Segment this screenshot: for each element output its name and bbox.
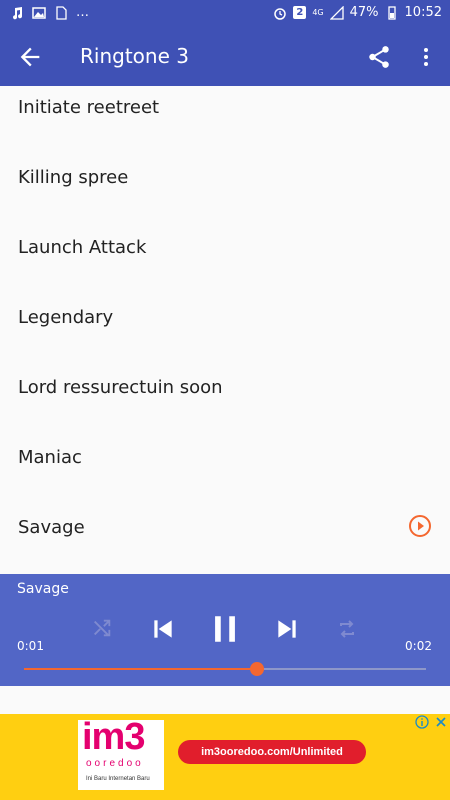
- skip-next-icon[interactable]: [274, 616, 300, 642]
- ad-brand-sub: ooredoo: [86, 758, 144, 769]
- skip-previous-icon[interactable]: [150, 616, 176, 642]
- back-arrow-icon[interactable]: [16, 43, 44, 71]
- alarm-icon: [274, 7, 287, 20]
- status-bar: … 2 4G 47% 10:52: [0, 0, 450, 28]
- list-item[interactable]: Killing spree: [0, 156, 450, 226]
- battery-percent: 47%: [349, 5, 379, 20]
- ad-info-icon[interactable]: [415, 715, 429, 729]
- total-duration: 0:02: [405, 639, 432, 653]
- ad-cta-button[interactable]: im3ooredoo.com/Unlimited: [178, 740, 366, 764]
- share-icon[interactable]: [366, 44, 392, 70]
- shuffle-icon[interactable]: [91, 617, 113, 639]
- music-note-icon: [13, 6, 23, 19]
- list-item-label: Maniac: [18, 447, 82, 468]
- ringtone-list: Initiate reetreet Killing spree Launch A…: [0, 86, 450, 574]
- ad-brand: im3: [82, 716, 145, 758]
- play-circle-icon[interactable]: [408, 514, 432, 538]
- spacer: [0, 686, 450, 714]
- ad-close-icon[interactable]: [434, 715, 448, 729]
- list-item-label: Killing spree: [18, 167, 129, 188]
- app-bar: Ringtone 3: [0, 28, 450, 86]
- seek-thumb[interactable]: [250, 662, 265, 676]
- list-item-label: Launch Attack: [18, 237, 147, 258]
- more-vert-icon[interactable]: [414, 44, 438, 70]
- list-item[interactable]: Maniac: [0, 436, 450, 506]
- more-notifications-icon: …: [76, 5, 89, 20]
- list-item[interactable]: Savage: [0, 506, 450, 576]
- repeat-icon[interactable]: [335, 617, 359, 641]
- battery-icon: [387, 5, 396, 20]
- list-item[interactable]: Initiate reetreet: [0, 86, 450, 156]
- list-item[interactable]: Legendary: [0, 296, 450, 366]
- ad-tagline: Ini Baru Internetan Baru: [86, 776, 150, 782]
- list-item-label: Lord ressurectuin soon: [18, 377, 223, 398]
- list-item-label: Savage: [18, 517, 85, 538]
- seek-progress: [24, 668, 258, 670]
- elapsed-time: 0:01: [17, 639, 44, 653]
- pause-icon[interactable]: [208, 611, 242, 647]
- clock: 10:52: [404, 5, 442, 20]
- page-title: Ringtone 3: [80, 44, 189, 68]
- signal-icon: [329, 5, 344, 20]
- sim-icon: [56, 5, 67, 20]
- seek-bar[interactable]: [24, 662, 426, 676]
- list-item[interactable]: Launch Attack: [0, 226, 450, 296]
- notification-badge: 2: [293, 6, 307, 19]
- list-item-label: Legendary: [18, 307, 114, 328]
- player-panel: Savage 0:01 0:02: [0, 574, 450, 686]
- network-type: 4G: [312, 8, 324, 17]
- image-icon: [32, 6, 46, 19]
- list-item[interactable]: Lord ressurectuin soon: [0, 366, 450, 436]
- now-playing-title: Savage: [17, 581, 69, 597]
- list-item-label: Initiate reetreet: [18, 97, 160, 118]
- ad-banner[interactable]: im3 ooredoo Ini Baru Internetan Baru im3…: [0, 714, 450, 800]
